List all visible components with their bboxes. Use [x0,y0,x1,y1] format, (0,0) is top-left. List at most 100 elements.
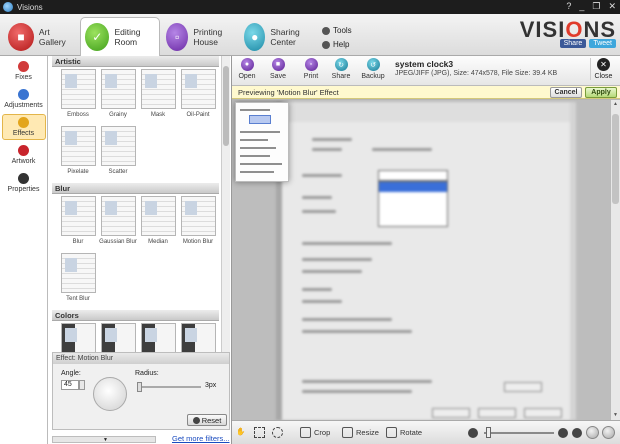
backup-button[interactable]: ↺ Backup [360,58,386,80]
effect-gaussian-blur[interactable]: Gaussian Blur [98,196,138,253]
effect-thumbnail [140,196,176,236]
close-window-button[interactable]: ✕ [608,1,616,12]
ellipse-select-tool[interactable] [272,427,283,438]
zoom-in-icon[interactable] [558,428,568,438]
facebook-share-button[interactable]: Share [559,39,587,48]
tab-printing-house[interactable]: ▫ Printing House [162,17,238,56]
preview-inset [235,102,289,182]
backup-icon: ↺ [366,58,380,71]
tab-art-gallery[interactable]: ■ Art Gallery [4,17,76,56]
nav-label: Fixes [15,74,32,81]
image-canvas[interactable] [232,100,610,420]
effect-thumbnail [180,323,216,352]
nav-label: Properties [7,186,40,193]
nav-properties[interactable]: Properties [2,170,46,196]
reset-label: Reset [201,415,222,425]
scrollbar-thumb[interactable] [223,66,229,146]
scroll-arrow-icon: ▼ [103,436,108,443]
rect-select-icon [254,427,265,438]
minimize-button[interactable]: _ [579,1,584,12]
tab-label: Art Gallery [38,26,66,47]
scroll-down-icon[interactable]: ▼ [612,412,619,419]
crop-label: Crop [314,428,331,437]
blurred-text [302,380,432,383]
effect-oil-paint[interactable]: Oil-Paint [178,69,218,126]
get-more-filters-link[interactable]: Get more filters... [172,434,230,443]
tab-sharing-center[interactable]: ● Sharing Center [240,17,314,56]
share-button[interactable]: ↻ Share [328,58,354,80]
horizontal-scrollbar[interactable]: ▼ [52,435,156,443]
tools-link[interactable]: Tools [322,24,352,38]
header-links: Tools Help [322,24,352,52]
effect-color-4[interactable] [178,323,218,352]
reset-button[interactable]: Reset [187,414,227,426]
blurred-text [302,174,342,177]
angle-spinner[interactable] [79,380,85,390]
tab-label: Printing House [193,26,223,47]
close-file-button[interactable]: ✕ Close [590,58,616,80]
artistic-grid: Emboss Grainy Mask Oil-Paint Pixelate Sc… [52,67,219,183]
rotate-button[interactable]: Rotate [386,427,422,438]
radius-slider-knob[interactable] [137,382,142,392]
effect-label: Grainy [109,112,127,118]
effect-color-3[interactable] [138,323,178,352]
nav-fixes[interactable]: Fixes [2,58,46,84]
tab-editing-room[interactable]: ✓ Editing Room [80,17,160,56]
title-bar: Visions ? _ ❐ ✕ [0,0,620,14]
save-button[interactable]: ■ Save [265,58,291,80]
effect-thumbnail [140,323,176,352]
rotate-label: Rotate [400,428,423,437]
previous-image-button[interactable] [586,426,599,439]
effect-scatter[interactable]: Scatter [98,126,138,183]
blurred-dropdown [378,170,448,181]
effect-blur[interactable]: Blur [58,196,98,253]
crop-button[interactable]: Crop [300,427,330,438]
effect-median[interactable]: Median [138,196,178,253]
scrollbar-thumb[interactable] [612,114,619,204]
fit-to-window-icon[interactable] [572,428,582,438]
angle-label: Angle: [61,370,81,377]
scroll-up-icon[interactable]: ▲ [612,101,619,108]
resize-button[interactable]: Resize [342,427,379,438]
help-link[interactable]: Help [322,38,352,52]
blurred-text [302,288,332,291]
nav-artwork[interactable]: Artwork [2,142,46,168]
effect-grainy[interactable]: Grainy [98,69,138,126]
artwork-icon [18,145,29,156]
nav-effects[interactable]: Effects [1,114,46,140]
section-header-colors: Colors [52,310,219,321]
effect-tent-blur[interactable]: Tent Blur [58,253,98,310]
zoom-slider[interactable] [484,432,554,434]
twitter-tweet-button[interactable]: Tweet [589,39,616,48]
effect-color-2[interactable] [98,323,138,352]
effects-scrollbar[interactable] [221,56,230,352]
apply-button[interactable]: Apply [585,87,617,98]
effect-mask[interactable]: Mask [138,69,178,126]
effect-emboss[interactable]: Emboss [58,69,98,126]
zoom-out-icon[interactable] [468,428,478,438]
angle-dial[interactable] [93,377,127,411]
open-button[interactable]: ● Open [234,58,260,80]
nav-label: Artwork [11,158,36,165]
effect-motion-blur[interactable]: Motion Blur [178,196,218,253]
blurred-text [302,318,392,321]
radius-slider[interactable] [137,382,201,392]
hand-tool[interactable]: ✋ [236,427,245,436]
angle-input[interactable]: 45 [61,380,79,390]
inset-line [240,131,280,133]
rect-select-tool[interactable] [254,427,265,438]
maximize-button[interactable]: ❐ [592,1,600,12]
effect-pixelate[interactable]: Pixelate [58,126,98,183]
effect-thumbnail [60,253,96,293]
canvas-scrollbar[interactable]: ▲ ▼ [610,100,620,420]
blurred-dropdown-list [378,181,448,227]
help-window-button[interactable]: ? [566,1,571,12]
print-button[interactable]: ▫ Print [298,58,324,80]
next-image-button[interactable] [602,426,615,439]
nav-adjustments[interactable]: Adjustments [2,86,46,112]
editor-toolbar: ● Open ■ Save ▫ Print ↻ Share ↺ Backup system… [232,56,620,86]
zoom-slider-knob[interactable] [486,427,491,438]
blurred-image-preview [276,102,576,420]
effect-color-1[interactable] [58,323,98,352]
cancel-button[interactable]: Cancel [550,87,582,98]
